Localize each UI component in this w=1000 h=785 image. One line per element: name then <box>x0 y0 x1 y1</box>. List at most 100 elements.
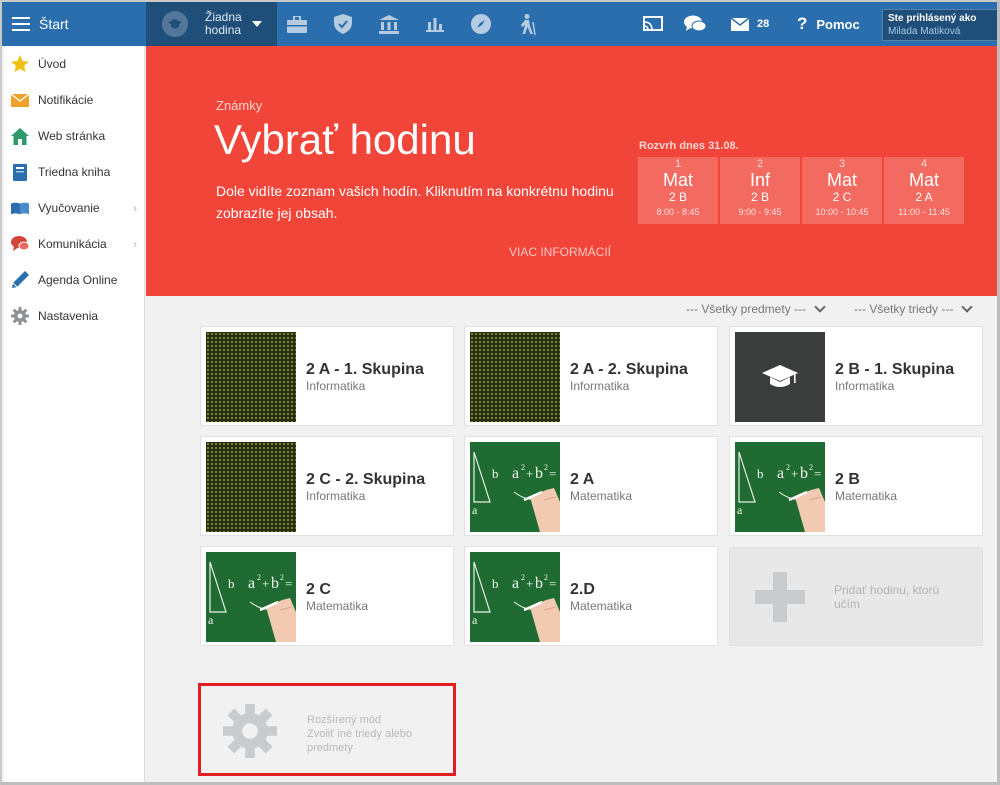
sidebar-item-label: Agenda Online <box>38 273 118 287</box>
card-thumbnail <box>470 332 560 422</box>
app-window: Štart Žiadna hodina 28 ? Pomoc Ste prihl… <box>0 0 1000 785</box>
schedule-lesson[interactable]: 4 Mat 2 A 11:00 - 11:45 <box>884 157 964 224</box>
top-bar: Štart Žiadna hodina 28 ? Pomoc Ste prihl… <box>2 2 997 46</box>
hiking-icon[interactable] <box>516 13 538 35</box>
svg-text:b: b <box>492 466 499 481</box>
book-icon <box>11 163 29 181</box>
help-button[interactable]: ? Pomoc <box>797 2 860 46</box>
compass-icon[interactable] <box>470 13 492 35</box>
chevron-down-icon <box>961 300 974 313</box>
graduation-cap-icon <box>162 11 188 37</box>
institution-icon[interactable] <box>378 13 400 35</box>
card-title: 2 A - 1. Skupina <box>306 361 424 378</box>
class-filter-dropdown[interactable]: --- Všetky triedy --- <box>854 300 974 317</box>
card-title: 2 B <box>835 471 860 488</box>
svg-text:2: 2 <box>521 573 525 582</box>
star-icon <box>11 55 29 73</box>
svg-text:2: 2 <box>544 573 548 582</box>
user-name: Milada Matiková <box>888 26 961 37</box>
schedule-lesson[interactable]: 1 Mat 2 B 8:00 - 8:45 <box>638 157 718 224</box>
card-subject: Informatika <box>835 379 895 393</box>
sidebar-item-komunikacia[interactable]: Komunikácia › <box>4 226 144 262</box>
subject-filter-dropdown[interactable]: --- Všetky predmety --- <box>686 300 826 317</box>
user-account-box[interactable]: Ste prihlásený ako Milada Matiková <box>882 9 997 41</box>
sidebar-item-label: Nastavenia <box>38 309 99 323</box>
gear-icon <box>223 704 277 763</box>
svg-text:a: a <box>512 465 519 482</box>
card-thumbnail <box>206 442 296 532</box>
class-card[interactable]: b a a 2 + b 2 = 2 A Matematika <box>464 436 718 536</box>
svg-text:b: b <box>492 576 499 591</box>
card-subject: Matematika <box>835 489 898 503</box>
start-menu-button[interactable]: Štart <box>2 2 145 46</box>
question-icon: ? <box>797 14 808 33</box>
svg-text:b: b <box>757 466 764 481</box>
class-card[interactable]: 2 A - 1. Skupina Informatika <box>200 326 454 426</box>
svg-text:b: b <box>535 575 543 592</box>
card-subject: Informatika <box>570 379 630 393</box>
home-icon <box>11 127 29 145</box>
class-card[interactable]: 2 C - 2. Skupina Informatika <box>200 436 454 536</box>
class-card[interactable]: b a a 2 + b 2 = 2 B Matematika <box>729 436 983 536</box>
mail-icon[interactable] <box>729 13 751 35</box>
card-subject: Matematika <box>570 489 633 503</box>
sidebar-item-label: Web stránka <box>38 129 106 143</box>
svg-text:2: 2 <box>257 573 261 582</box>
header-banner: Známky Vybrať hodinu Dole vidíte zoznam … <box>146 46 997 296</box>
schedule-lesson[interactable]: 2 Inf 2 B 9:00 - 9:45 <box>720 157 800 224</box>
sidebar-item-label: Úvod <box>38 57 67 71</box>
card-subject: Matematika <box>570 599 633 613</box>
sidebar-item-notifikacie[interactable]: Notifikácie <box>4 82 144 118</box>
class-card[interactable]: 2 B - 1. Skupina Informatika <box>729 326 983 426</box>
sidebar-item-agenda-online[interactable]: Agenda Online <box>4 262 144 298</box>
card-thumbnail: b a a 2 + b 2 = <box>470 552 560 642</box>
sidebar-item-triedna-kniha[interactable]: Triedna kniha <box>4 154 144 190</box>
svg-text:a: a <box>472 503 478 517</box>
svg-text:2: 2 <box>809 463 813 472</box>
chevron-right-icon: › <box>133 201 137 215</box>
banner-subtitle: Známky <box>216 98 263 113</box>
mail-count-badge[interactable]: 28 <box>757 2 769 46</box>
card-thumbnail: b a a 2 + b 2 = <box>206 552 296 642</box>
class-selector[interactable]: Žiadna hodina <box>146 2 277 46</box>
sidebar-item-nastavenia[interactable]: Nastavenia <box>4 298 144 334</box>
svg-text:b: b <box>800 465 808 482</box>
class-card[interactable]: b a a 2 + b 2 = 2 C Matematika <box>200 546 454 646</box>
card-thumbnail <box>735 332 825 422</box>
svg-text:=: = <box>549 466 556 481</box>
graduation-cap-icon <box>762 365 798 387</box>
shield-icon[interactable] <box>332 13 354 35</box>
advanced-mode-text: Rozšírený mód Zvoliť iné triedy alebo pr… <box>307 714 413 754</box>
svg-text:=: = <box>549 576 556 591</box>
add-class-card[interactable]: Pridať hodinu, ktorú učím <box>729 547 983 646</box>
sidebar-item-label: Vyučovanie <box>38 201 100 215</box>
hamburger-icon <box>12 17 30 31</box>
schedule-title: Rozvrh dnes 31.08. <box>639 140 739 152</box>
pen-icon <box>11 271 29 289</box>
banner-description: Dole vidíte zoznam vašich hodín. Kliknut… <box>216 183 614 221</box>
advanced-mode-card[interactable]: Rozšírený mód Zvoliť iné triedy alebo pr… <box>198 683 456 776</box>
card-thumbnail: b a a 2 + b 2 = <box>735 442 825 532</box>
sidebar-item-web-stranka[interactable]: Web stránka <box>4 118 144 154</box>
bar-chart-icon[interactable] <box>424 13 446 35</box>
svg-text:2: 2 <box>544 463 548 472</box>
card-title: 2.D <box>570 581 595 598</box>
sidebar-item-vyucovanie[interactable]: Vyučovanie › <box>4 190 144 226</box>
svg-text:=: = <box>285 576 292 591</box>
open-book-icon <box>11 199 29 217</box>
schedule-lesson[interactable]: 3 Mat 2 C 10:00 - 10:45 <box>802 157 882 224</box>
cast-icon[interactable] <box>642 13 664 35</box>
more-info-link[interactable]: VIAC INFORMÁCIÍ <box>509 245 611 259</box>
envelope-icon <box>11 91 29 109</box>
sidebar: Úvod Notifikácie Web stránka Triedna kni… <box>4 46 145 782</box>
briefcase-icon[interactable] <box>286 13 308 35</box>
sidebar-item-uvod[interactable]: Úvod <box>4 46 144 82</box>
svg-text:+: + <box>791 466 798 481</box>
class-card[interactable]: b a a 2 + b 2 = 2.D Matematika <box>464 546 718 646</box>
class-card[interactable]: 2 A - 2. Skupina Informatika <box>464 326 718 426</box>
add-class-label: Pridať hodinu, ktorú učím <box>834 583 940 611</box>
svg-text:2: 2 <box>786 463 790 472</box>
svg-text:a: a <box>248 575 255 592</box>
chat-bubbles-icon[interactable] <box>684 13 706 35</box>
sidebar-item-label: Notifikácie <box>38 93 94 107</box>
